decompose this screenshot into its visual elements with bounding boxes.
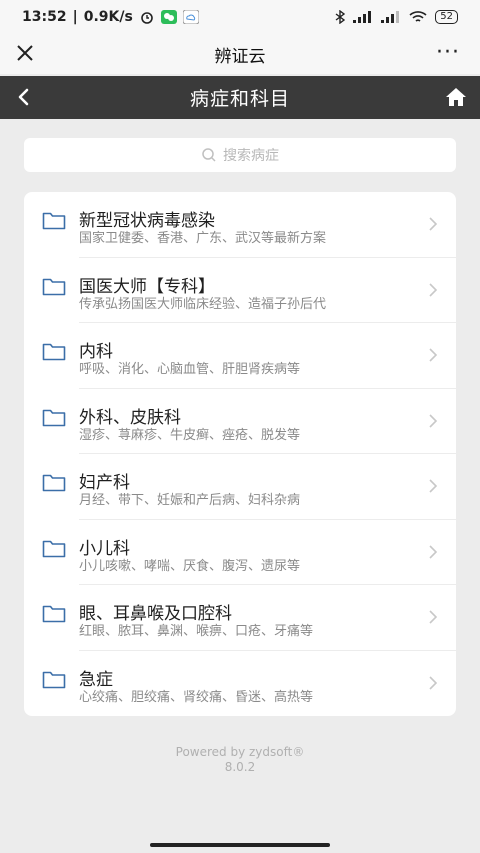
wechat-header: 辨证云 ··· xyxy=(0,34,480,74)
category-subtitle: 国家卫健委、香港、广东、武汉等最新方案 xyxy=(79,231,327,246)
home-icon[interactable] xyxy=(444,86,468,108)
chevron-right-icon xyxy=(429,348,438,362)
powered-by-text: Powered by zydsoft® xyxy=(175,745,305,759)
category-list: 新型冠状病毒感染 国家卫健委、香港、广东、武汉等最新方案 国医大师【专科】 传承… xyxy=(24,192,456,716)
folder-icon xyxy=(42,343,66,361)
status-separator: | xyxy=(72,9,78,25)
folder-icon xyxy=(42,212,66,230)
bluetooth-icon xyxy=(335,10,346,24)
list-item[interactable]: 眼、耳鼻喉及口腔科 红眼、脓耳、鼻渊、喉痹、口疮、牙痛等 xyxy=(24,585,456,651)
folder-icon xyxy=(42,540,66,557)
wechat-icon xyxy=(160,10,177,24)
battery-indicator: 52 xyxy=(435,10,458,24)
close-icon[interactable] xyxy=(14,42,36,64)
chevron-right-icon xyxy=(429,413,438,428)
category-subtitle: 湿疹、荨麻疹、牛皮癣、痤疮、脱发等 xyxy=(79,427,301,443)
app-title: 辨证云 xyxy=(214,46,266,67)
list-item[interactable]: 新型冠状病毒感染 国家卫健委、香港、广东、武汉等最新方案 xyxy=(24,192,456,258)
chevron-right-icon xyxy=(429,282,438,297)
page-title: 病症和科目 xyxy=(189,88,290,110)
version-text: 8.0.2 xyxy=(224,760,256,774)
chevron-right-icon xyxy=(429,217,438,231)
list-item[interactable]: 外科、皮肤科 湿疹、荨麻疹、牛皮癣、痤疮、脱发等 xyxy=(24,389,456,454)
search-icon xyxy=(202,148,216,162)
list-item[interactable]: 内科 呼吸、消化、心脑血管、肝胆肾疾病等 xyxy=(24,323,456,389)
wifi-icon xyxy=(409,10,427,22)
folder-icon xyxy=(42,671,66,688)
status-time: 13:52 xyxy=(22,9,67,25)
list-item[interactable]: 国医大师【专科】 传承弘扬国医大师临床经验、造福子孙后代 xyxy=(24,258,456,323)
folder-icon xyxy=(42,605,66,623)
signal-hd-icon xyxy=(381,11,400,23)
category-subtitle: 传承弘扬国医大师临床经验、造福子孙后代 xyxy=(79,296,327,312)
category-subtitle: 小儿咳嗽、哮喘、厌食、腹泻、遗尿等 xyxy=(79,558,301,574)
cloud-icon xyxy=(182,10,199,24)
search-placeholder: 搜索病症 xyxy=(223,148,279,164)
more-options-button[interactable]: ··· xyxy=(436,40,460,65)
category-subtitle: 月经、带下、妊娠和产后病、妇科杂病 xyxy=(79,493,301,508)
folder-icon xyxy=(42,409,66,426)
alarm-icon xyxy=(141,12,153,24)
status-bar: 13:52 | 0.9K/s 52 xyxy=(0,0,480,34)
nav-bar: 病症和科目 xyxy=(0,76,480,119)
category-subtitle: 呼吸、消化、心脑血管、肝胆肾疾病等 xyxy=(79,362,301,377)
folder-icon xyxy=(42,474,66,492)
list-item[interactable]: 小儿科 小儿咳嗽、哮喘、厌食、腹泻、遗尿等 xyxy=(24,520,456,585)
list-item[interactable]: 急症 心绞痛、胆绞痛、肾绞痛、昏迷、高热等 xyxy=(24,651,456,717)
status-speed: 0.9K/s xyxy=(83,9,133,25)
chevron-right-icon xyxy=(429,610,438,624)
search-input[interactable]: 搜索病症 xyxy=(24,138,456,172)
category-subtitle: 心绞痛、胆绞痛、肾绞痛、昏迷、高热等 xyxy=(79,689,314,705)
chevron-right-icon xyxy=(429,675,438,690)
footer: Powered by zydsoft® 8.0.2 xyxy=(0,745,480,775)
list-item[interactable]: 妇产科 月经、带下、妊娠和产后病、妇科杂病 xyxy=(24,454,456,520)
chevron-right-icon xyxy=(429,544,438,559)
chevron-right-icon xyxy=(429,479,438,493)
home-indicator[interactable] xyxy=(150,843,330,847)
folder-icon xyxy=(42,278,66,295)
back-arrow-icon[interactable] xyxy=(14,87,34,107)
category-subtitle: 红眼、脓耳、鼻渊、喉痹、口疮、牙痛等 xyxy=(79,624,314,639)
signal-icon xyxy=(353,11,372,23)
